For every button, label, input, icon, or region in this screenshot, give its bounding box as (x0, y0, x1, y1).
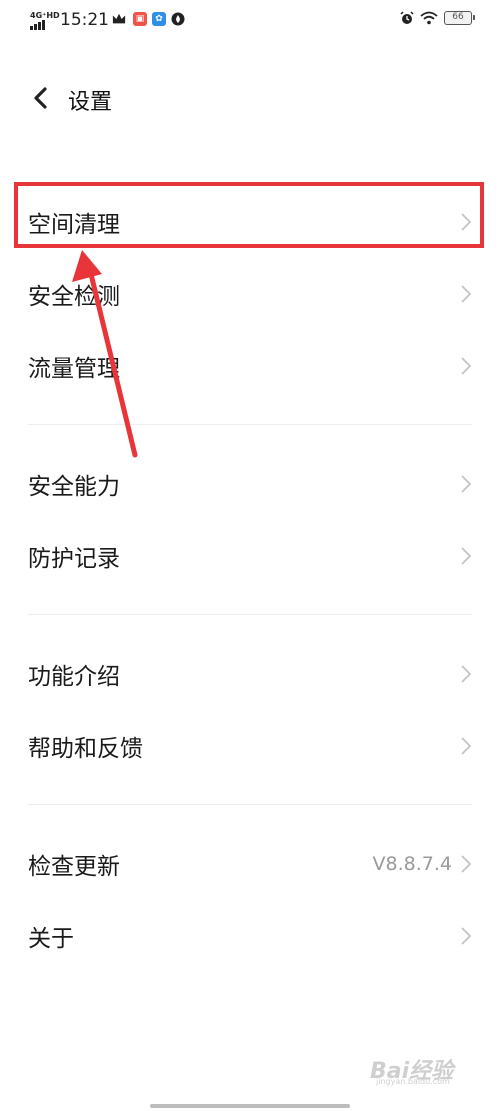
battery-icon: 66 (444, 11, 475, 25)
network-type: 4G⁺HD (30, 11, 60, 20)
status-time: 15:21 (60, 10, 109, 30)
menu-item-security-check[interactable]: 安全检测 (0, 259, 500, 329)
chevron-left-icon[interactable] (30, 86, 52, 110)
wifi-icon (420, 11, 438, 25)
menu-item-about[interactable]: 关于 (0, 901, 500, 971)
app-red-icon: ▣ (133, 12, 147, 26)
menu-item-label: 功能介绍 (28, 664, 120, 690)
chevron-right-icon (461, 213, 472, 231)
status-right-group: 66 (400, 11, 475, 25)
menu-item-protection-log[interactable]: 防护记录 (0, 521, 500, 591)
signal-icon (30, 20, 45, 30)
menu-item-label: 安全检测 (28, 284, 120, 310)
menu-item-feature-intro[interactable]: 功能介绍 (0, 639, 500, 709)
menu-item-space-cleanup[interactable]: 空间清理 (0, 187, 500, 257)
chevron-right-icon (461, 665, 472, 683)
menu-item-label: 流量管理 (28, 356, 120, 382)
watermark-url: jingyan.baidu.com (376, 1077, 450, 1086)
menu-item-label: 空间清理 (28, 212, 120, 238)
menu-item-help-feedback[interactable]: 帮助和反馈 (0, 711, 500, 781)
chevron-right-icon (461, 357, 472, 375)
menu-item-security-capability[interactable]: 安全能力 (0, 449, 500, 519)
header: 设置 (0, 70, 500, 126)
chevron-right-icon (461, 927, 472, 945)
divider (28, 424, 472, 425)
menu-item-data-management[interactable]: 流量管理 (0, 331, 500, 401)
divider (28, 614, 472, 615)
menu-item-label: 检查更新 (28, 854, 120, 880)
divider (28, 804, 472, 805)
menu-item-check-update[interactable]: 检查更新 V8.8.7.4 (0, 829, 500, 899)
page-title: 设置 (68, 90, 113, 115)
flame-icon (171, 12, 185, 26)
home-indicator[interactable] (150, 1104, 350, 1108)
chevron-right-icon (461, 855, 472, 873)
app-blue-icon: ✿ (152, 12, 166, 26)
menu-item-label: 安全能力 (28, 474, 120, 500)
alarm-icon (400, 11, 414, 24)
menu-item-label: 帮助和反馈 (28, 736, 143, 762)
menu-item-label: 防护记录 (28, 546, 120, 572)
crown-icon (112, 13, 126, 24)
menu-item-label: 关于 (28, 926, 74, 952)
status-bar: 4G⁺HD 15:21 ▣ ✿ 66 (0, 0, 500, 40)
watermark: Bai经验 jingyan.baidu.com (370, 1051, 470, 1086)
chevron-right-icon (461, 737, 472, 755)
chevron-right-icon (461, 475, 472, 493)
chevron-right-icon (461, 285, 472, 303)
version-value: V8.8.7.4 (372, 853, 452, 875)
chevron-right-icon (461, 547, 472, 565)
